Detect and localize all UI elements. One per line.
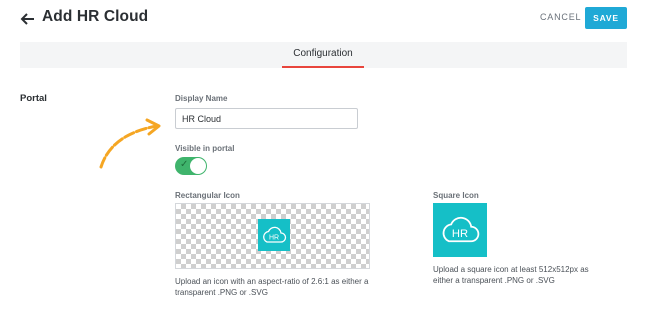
active-tab-indicator	[282, 66, 364, 68]
rectangular-icon-upload[interactable]: HR	[175, 203, 370, 269]
rectangular-help-line-1: Upload an icon with an aspect-ratio of 2…	[175, 277, 369, 286]
section-label-portal: Portal	[20, 93, 47, 104]
save-button[interactable]: SAVE	[585, 7, 627, 29]
visible-in-portal-toggle[interactable]: ✓	[175, 157, 207, 175]
display-name-label: Display Name	[175, 94, 228, 103]
square-icon-help: Upload a square icon at least 512x512px …	[433, 264, 589, 286]
cloud-icon: HR	[263, 226, 287, 243]
logo-text: HR	[269, 235, 279, 242]
square-help-line-2: either a transparent .PNG or .SVG	[433, 276, 555, 285]
logo-text: HR	[452, 228, 468, 240]
rectangular-icon-help: Upload an icon with an aspect-ratio of 2…	[175, 276, 368, 298]
display-name-input[interactable]: HR Cloud	[175, 108, 358, 129]
toggle-knob	[190, 158, 206, 174]
tab-label: Configuration	[293, 48, 353, 59]
tab-configuration[interactable]: Configuration	[282, 42, 364, 68]
annotation-arrow-icon	[99, 118, 161, 169]
tab-bar: Configuration	[20, 42, 627, 68]
cloud-icon: HR	[442, 216, 480, 243]
header-bar: Add HR Cloud CANCEL SAVE	[0, 0, 645, 38]
square-icon-upload[interactable]: HR	[433, 203, 487, 257]
display-name-value: HR Cloud	[182, 113, 222, 124]
rectangular-help-line-2: transparent .PNG or .SVG	[175, 288, 268, 297]
visible-in-portal-label: Visible in portal	[175, 144, 235, 153]
check-icon: ✓	[180, 159, 189, 170]
cancel-button[interactable]: CANCEL	[540, 12, 581, 22]
rectangular-icon-label: Rectangular Icon	[175, 191, 240, 200]
hr-cloud-logo-rectangular: HR	[258, 219, 290, 251]
square-help-line-1: Upload a square icon at least 512x512px …	[433, 265, 589, 274]
page-title: Add HR Cloud	[42, 8, 149, 25]
back-arrow-icon[interactable]	[20, 10, 36, 28]
square-icon-label: Square Icon	[433, 191, 479, 200]
